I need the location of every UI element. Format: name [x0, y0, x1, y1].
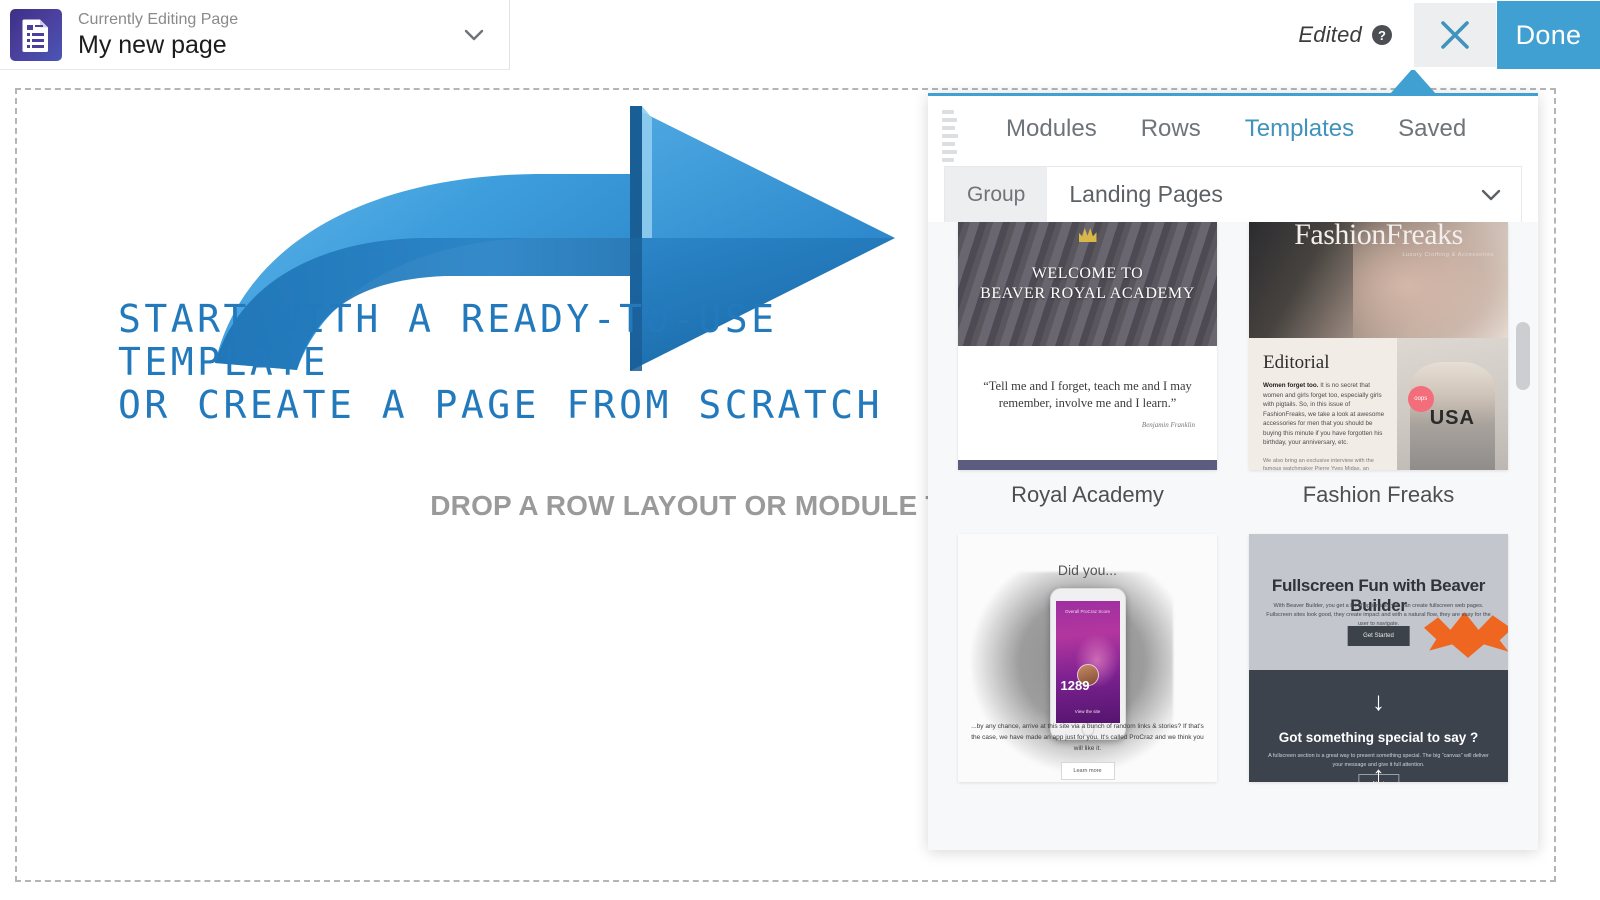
thumb-badge: oops — [1407, 385, 1434, 412]
template-name: Royal Academy — [1011, 482, 1164, 507]
panel-tabs: Modules Rows Templates Saved — [928, 96, 1538, 162]
tab-modules[interactable]: Modules — [984, 96, 1119, 162]
panel-scrollbar[interactable] — [1516, 222, 1530, 850]
done-button[interactable]: Done — [1497, 1, 1600, 69]
thumb-hero-line2: BEAVER ROYAL ACADEMY — [980, 285, 1195, 302]
question-mark-icon[interactable]: ? — [1372, 25, 1392, 45]
thumb-section-heading: Editorial — [1263, 352, 1330, 373]
thumb-hero: Fullscreen Fun with Beaver Builder With … — [1249, 534, 1508, 670]
template-grid: WELCOME TO BEAVER ROYAL ACADEMY “Tell me… — [928, 222, 1538, 850]
panel-pointer-triangle-icon — [1390, 68, 1436, 94]
panel-header: Modules Rows Templates Saved Group Landi… — [928, 96, 1538, 222]
thumb-hero: WELCOME TO BEAVER ROYAL ACADEMY — [958, 222, 1217, 346]
thumb-heading: Did you... — [1057, 562, 1118, 578]
edited-label: Edited — [1298, 22, 1362, 47]
thumb-brand: FashionFreaks — [1294, 222, 1463, 251]
vertical-scrollbar-thumb[interactable] — [1516, 322, 1530, 390]
tab-rows[interactable]: Rows — [1119, 96, 1223, 162]
content-panel[interactable]: Modules Rows Templates Saved Group Landi… — [928, 93, 1538, 850]
template-card-fashion-freaks[interactable]: FashionFreaks Luxury Clothing & Accessor… — [1249, 222, 1508, 508]
admin-bar: Currently Editing Page My new page Edite… — [0, 0, 1600, 70]
template-thumbnail[interactable]: Did you... Overall ProCraz Score 1289 Vi… — [958, 534, 1217, 782]
drag-handle-icon[interactable] — [942, 110, 958, 162]
admin-bar-actions: Edited ? Done — [1298, 0, 1600, 70]
template-thumbnail[interactable]: FashionFreaks Luxury Clothing & Accessor… — [1249, 222, 1508, 470]
current-page-selector[interactable]: Currently Editing Page My new page — [0, 0, 510, 70]
thumb-score: 1289 — [1060, 678, 1090, 693]
template-thumbnail[interactable]: Fullscreen Fun with Beaver Builder With … — [1249, 534, 1508, 782]
page-kicker: Currently Editing Page — [78, 10, 239, 28]
thumb-quote-block: “Tell me and I forget, teach me and I ma… — [958, 346, 1217, 460]
edited-status: Edited ? — [1298, 22, 1392, 48]
thumb-editorial-column: Editorial Women forget too. It is no sec… — [1249, 338, 1397, 470]
thumb-cta-button: Get Started — [1347, 626, 1410, 646]
arrow-up-icon: ↑ — [1372, 762, 1385, 783]
arrow-down-icon: ↓ — [1372, 686, 1385, 716]
template-card-procraz[interactable]: Did you... Overall ProCraz Score 1289 Vi… — [958, 534, 1217, 794]
tab-saved[interactable]: Saved — [1376, 96, 1488, 162]
template-thumbnail[interactable]: WELCOME TO BEAVER ROYAL ACADEMY “Tell me… — [958, 222, 1217, 470]
chevron-down-icon[interactable] — [461, 22, 487, 48]
thumb-hero-line1: WELCOME TO — [1031, 265, 1144, 282]
group-filter: Group Landing Pages — [944, 166, 1522, 222]
thumb-body-2: We also bring an exclusive interview wit… — [1263, 457, 1374, 471]
crown-icon — [1078, 228, 1097, 242]
thumb-body: Women forget too. It is no secret that w… — [1263, 381, 1385, 448]
thumb-screen-button: View the site — [1074, 709, 1101, 714]
thumb-cta-button: Learn more — [1060, 762, 1115, 780]
template-name: Fashion Freaks — [1302, 482, 1455, 507]
thumb-caption: ...by any chance, arrive at this site vi… — [971, 723, 1204, 752]
thumb-footer-bar — [958, 460, 1217, 470]
thumb-brand-sub: Luxury Clothing & Accessories — [1402, 252, 1494, 258]
template-card-fullscreen-fun[interactable]: Fullscreen Fun with Beaver Builder With … — [1249, 534, 1508, 794]
thumb-section-dark: ↓ Got something special to say ? A fulls… — [1249, 670, 1508, 782]
tab-templates[interactable]: Templates — [1223, 96, 1376, 162]
group-filter-value: Landing Pages — [1069, 181, 1223, 207]
group-filter-label: Group — [945, 167, 1048, 222]
builder-screen: START WITH A READY-TO-USE TEMPLATE OR CR… — [0, 0, 1600, 900]
thumb-shirt-text: USA — [1429, 407, 1475, 430]
thumb-body-lead: Women forget too. — [1263, 382, 1319, 389]
thumb-screen-title: Overall ProCraz Score — [1064, 609, 1110, 614]
document-list-icon — [10, 8, 62, 61]
chevron-down-icon — [1477, 181, 1505, 209]
svg-text:?: ? — [1378, 28, 1386, 43]
thumb-phone-screen: Overall ProCraz Score 1289 View the site — [1055, 601, 1120, 723]
page-title: My new page — [78, 30, 227, 59]
thumb-body: With Beaver Builder, you get a lot of op… — [1266, 603, 1491, 627]
template-list[interactable]: WELCOME TO BEAVER ROYAL ACADEMY “Tell me… — [928, 222, 1538, 850]
group-filter-select[interactable]: Landing Pages — [1047, 167, 1521, 222]
page-meta: Currently Editing Page My new page — [78, 10, 461, 60]
thumb-quote: “Tell me and I forget, teach me and I ma… — [983, 378, 1192, 410]
thumb-quote-author: Benjamin Franklin — [1141, 420, 1195, 429]
thumb-photo-column: USA oops — [1396, 338, 1508, 470]
close-x-icon[interactable] — [1414, 3, 1496, 67]
thumb-phone-mockup: Overall ProCraz Score 1289 View the site — [1049, 588, 1126, 740]
thumb-heading-2: Got something special to say ? — [1278, 730, 1479, 745]
thumb-body-rest: It is no secret that women and girls for… — [1263, 382, 1385, 446]
template-card-royal-academy[interactable]: WELCOME TO BEAVER ROYAL ACADEMY “Tell me… — [958, 222, 1217, 508]
